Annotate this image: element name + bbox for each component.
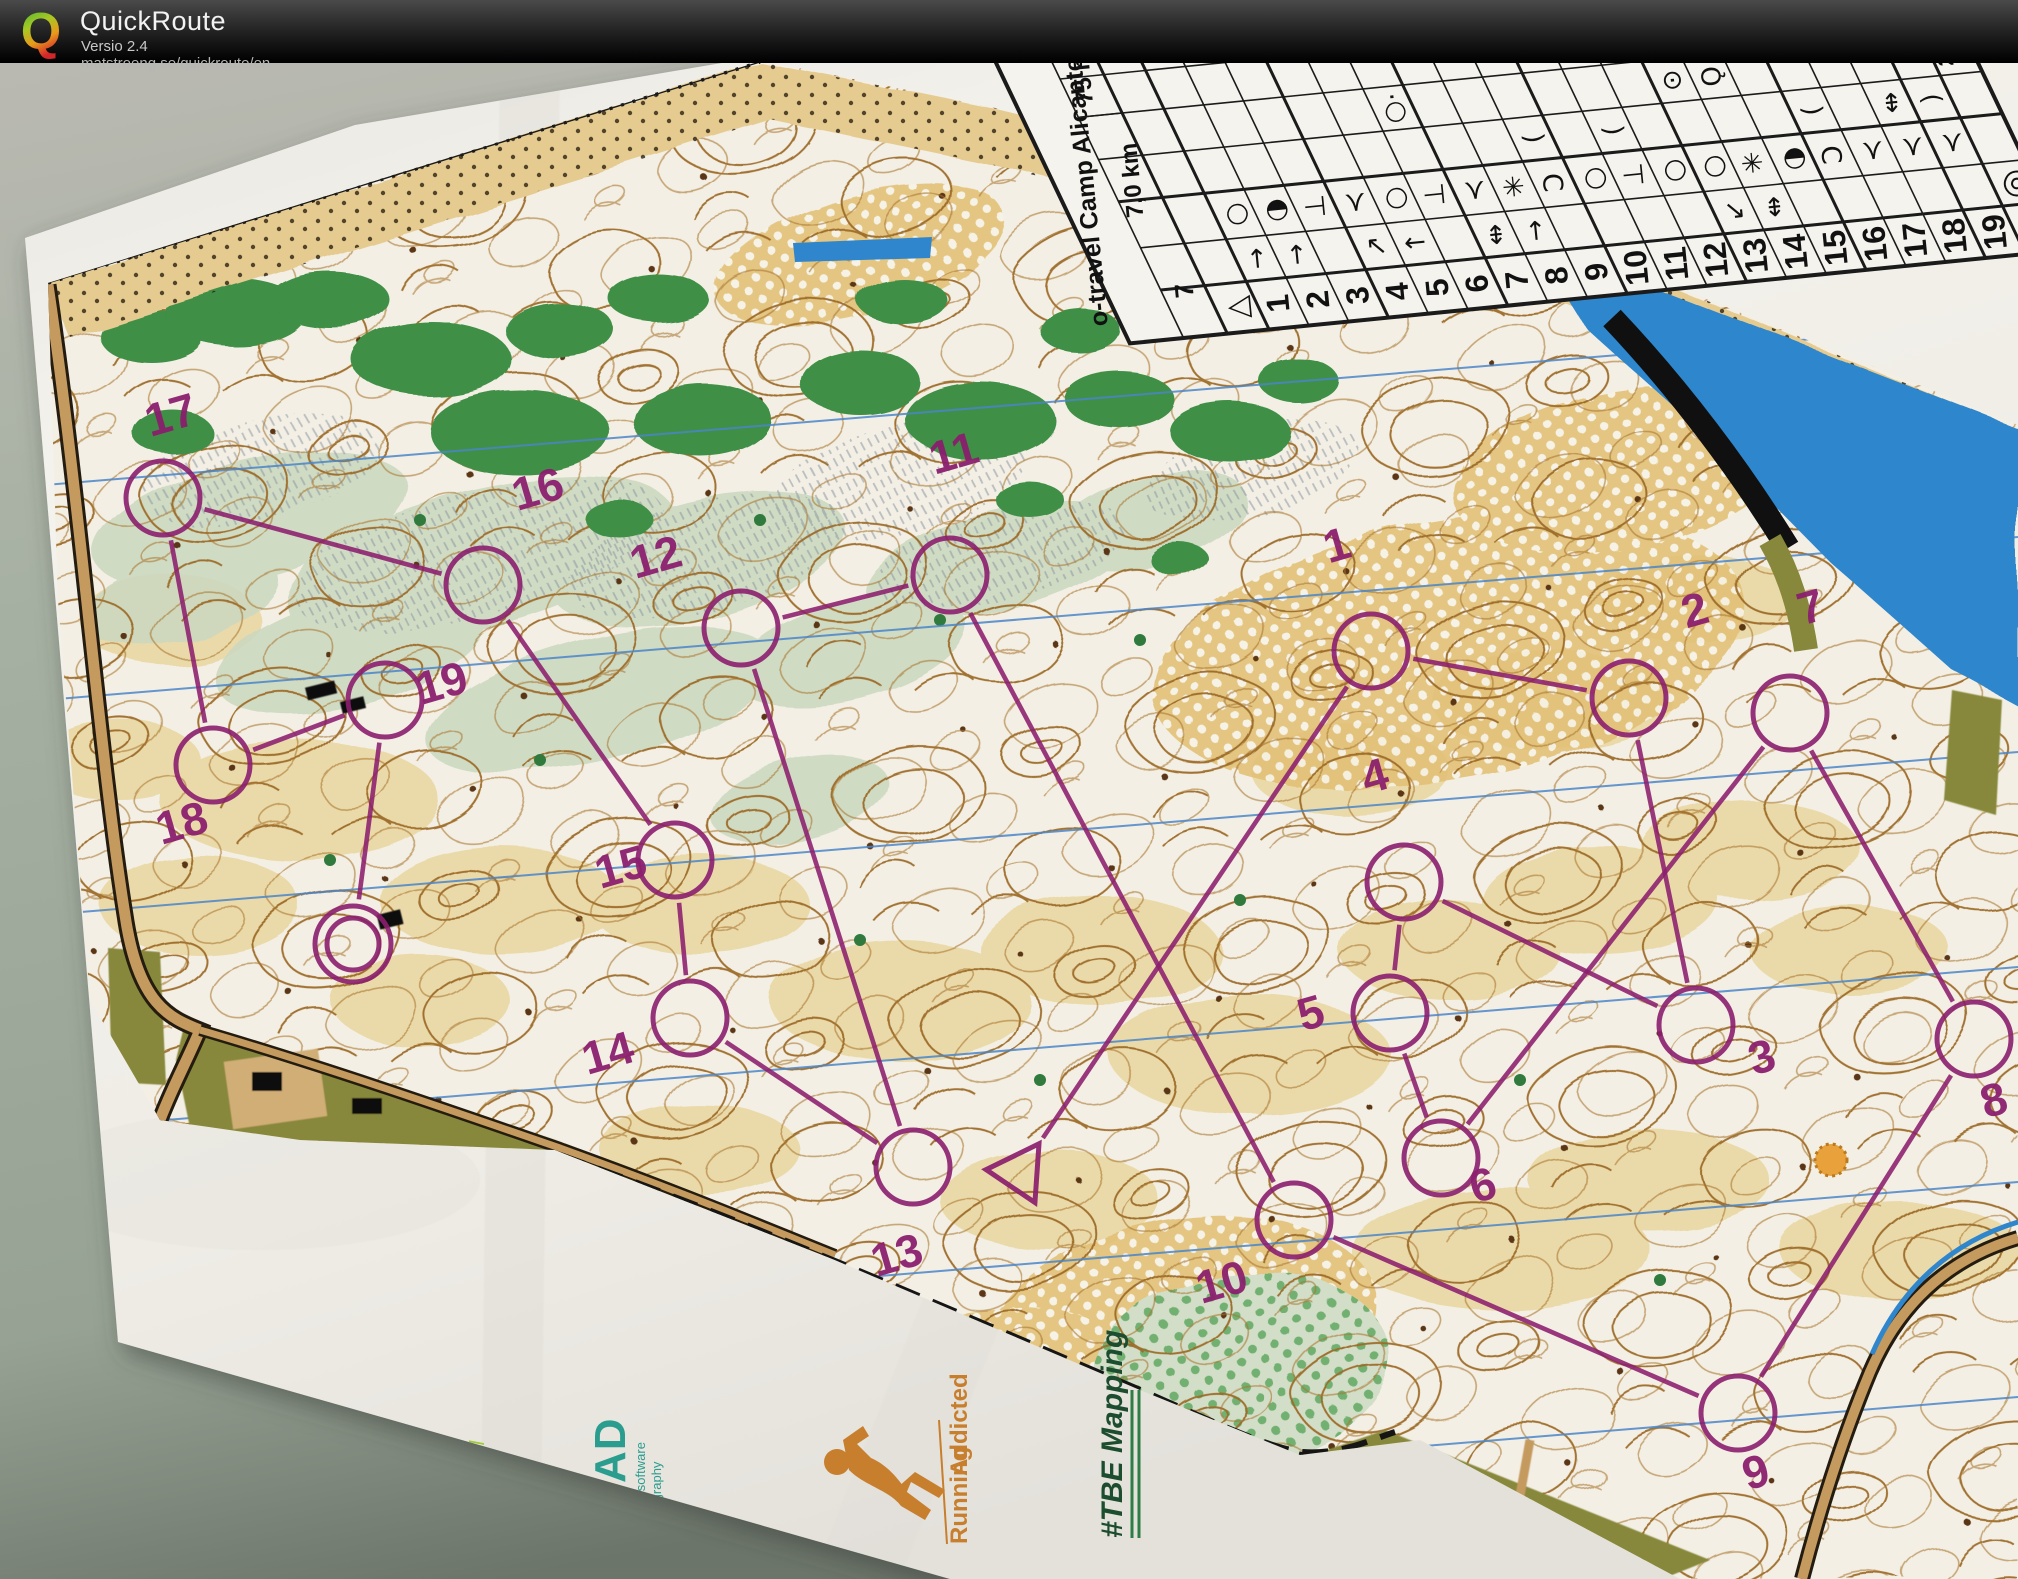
- sheet-sym-d-4: ≺: [1339, 189, 1372, 215]
- sheet-sym-d-7: ≺: [1458, 178, 1491, 204]
- sheet-finish-symbol: ◎: [1993, 167, 2018, 200]
- sheet-sym-g-14: ⇹: [1759, 194, 1791, 219]
- sheet-sym-d-1: ○: [1219, 201, 1252, 228]
- sheet-sym-d-19: ≺: [1936, 130, 1969, 156]
- sheet-sym-c-14: Ǫ: [1696, 65, 1728, 88]
- sheet-start-symbol: △: [1219, 294, 1256, 320]
- sheet-sym-d-11: ⊥: [1617, 161, 1650, 187]
- sheet-course-number: 7: [1168, 282, 1199, 299]
- sheet-number-14: 14: [1776, 232, 1815, 271]
- sheet-number-7: 7: [1498, 269, 1536, 290]
- sheet-number-15: 15: [1815, 228, 1854, 267]
- sheet-number-17: 17: [1895, 220, 1934, 259]
- sheet-number-2: 2: [1299, 289, 1337, 310]
- sheet-sym-e-18: ⇹: [1876, 90, 1908, 115]
- sheet-sym-g-5: ↑: [1400, 230, 1432, 255]
- sheet-sym-d-8: ✳: [1498, 174, 1531, 200]
- sheet-sym-d-6: ⊥: [1418, 181, 1451, 207]
- map-photo: 12345678910111213141516171819 o-travel C…: [0, 0, 2018, 1579]
- sheet-number-12: 12: [1696, 240, 1735, 279]
- sheet-sym-g-2: →: [1281, 242, 1313, 267]
- sheet-number-1: 1: [1259, 293, 1297, 314]
- sheet-number-9: 9: [1577, 261, 1615, 282]
- sheet-number-16: 16: [1855, 224, 1894, 263]
- sheet-number-18: 18: [1935, 216, 1974, 255]
- sheet-sym-d-12: ○: [1657, 157, 1690, 184]
- app-version: Versio 2.4: [81, 38, 148, 55]
- sheet-sym-d-5: ○: [1379, 185, 1412, 212]
- sheet-number-4: 4: [1378, 281, 1416, 302]
- sheet-number-11: 11: [1656, 245, 1695, 282]
- app-title: QuickRoute: [80, 6, 226, 37]
- sheet-sym-d-14: ✳: [1737, 150, 1770, 176]
- svg-text:Addicted: Addicted: [946, 1373, 973, 1476]
- sheet-sym-d-10: ○: [1578, 165, 1611, 192]
- sheet-sym-g-4: ↗: [1361, 234, 1393, 259]
- sheet-sym-g-8: →: [1520, 218, 1552, 243]
- sheet-sym-g-7: ⇹: [1480, 222, 1512, 247]
- special-feature-orange: [1815, 1144, 1847, 1176]
- titlebar: Q QuickRoute Versio 2.4 matstroeng.se/qu…: [0, 0, 2018, 63]
- sheet-sym-d-16: Ɔ: [1817, 144, 1850, 166]
- quickroute-window: Q QuickRoute Versio 2.4 matstroeng.se/qu…: [0, 0, 2018, 1579]
- sheet-sym-d-2: ◑: [1259, 197, 1292, 224]
- sheet-sym-c-13: ⊙: [1657, 68, 1689, 93]
- sheet-sym-g-1: →: [1241, 246, 1273, 271]
- sheet-number-19: 19: [1975, 212, 2014, 251]
- sheet-sym-d-17: ≺: [1856, 138, 1889, 164]
- sheet-sym-c-6: ○·: [1378, 91, 1411, 125]
- sheet-sym-d-15: ◑: [1777, 145, 1810, 172]
- sheet-sym-g-13: ↙: [1719, 198, 1751, 223]
- sheet-number-13: 13: [1736, 236, 1775, 275]
- sheet-number-6: 6: [1458, 273, 1496, 294]
- app-url: matstroeng.se/quickroute/en: [81, 55, 270, 72]
- sheet-sym-d-13: ○: [1697, 153, 1730, 180]
- svg-text:#TBE Mapping: #TBE Mapping: [1096, 1330, 1129, 1538]
- svg-text:Q: Q: [21, 5, 61, 59]
- sheet-number-5: 5: [1418, 277, 1456, 298]
- sheet-number-8: 8: [1538, 265, 1576, 286]
- quickroute-logo-icon: Q: [18, 5, 64, 59]
- sheet-sym-d-3: ⊥: [1299, 193, 1332, 219]
- sheet-number-3: 3: [1339, 285, 1377, 306]
- sheet-sym-d-18: ≺: [1896, 134, 1929, 160]
- sheet-number-10: 10: [1616, 248, 1655, 287]
- sheet-sym-d-9: Ɔ: [1538, 171, 1571, 193]
